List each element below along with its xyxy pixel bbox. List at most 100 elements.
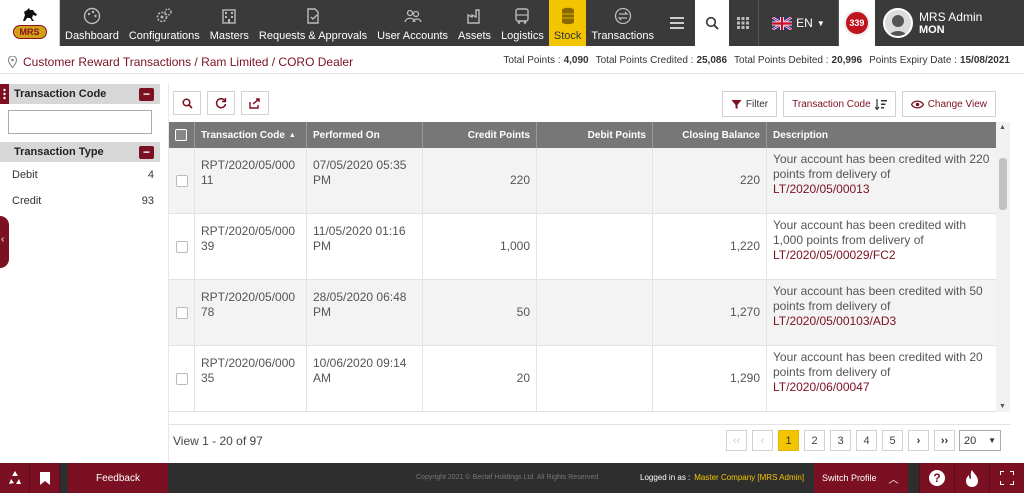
select-all-checkbox[interactable] (175, 129, 187, 141)
nav-label: Logistics (501, 30, 544, 42)
svg-text:?: ? (933, 471, 940, 485)
nav-masters[interactable]: Masters (205, 0, 254, 46)
user-company-code: MON (918, 24, 945, 36)
document-check-icon (303, 6, 323, 26)
delivery-reference-link[interactable]: LT/2020/05/00103/AD3 (773, 314, 896, 328)
sidebar-toggle-tab[interactable]: ‹ (0, 216, 9, 268)
filter-option-credit[interactable]: Credit 93 (0, 188, 160, 214)
page-button-1[interactable]: 1 (778, 430, 799, 451)
export-icon (249, 98, 260, 109)
feedback-button[interactable]: Feedback (68, 463, 168, 493)
description-cell: Your account has been credited with 220 … (767, 148, 997, 213)
notification-button[interactable]: 339 (838, 0, 875, 46)
change-view-button[interactable]: Change View (901, 91, 996, 117)
page-button-4[interactable]: 4 (856, 430, 877, 451)
prev-page-button[interactable]: ‹ (752, 430, 773, 451)
nav-transactions[interactable]: Transactions (586, 0, 659, 46)
export-button[interactable] (241, 91, 269, 115)
collapse-filter-button[interactable]: − (139, 145, 154, 159)
brand-logo[interactable]: MRS (0, 0, 60, 46)
column-header[interactable]: Closing Balance (653, 122, 767, 148)
panel-drag-handle[interactable] (0, 84, 9, 104)
row-checkbox[interactable] (175, 306, 188, 319)
breadcrumb-bar: Customer Reward Transactions / Ram Limit… (0, 50, 1024, 74)
theme-button[interactable] (954, 463, 989, 493)
delivery-reference-link[interactable]: LT/2020/05/00029/FC2 (773, 248, 896, 262)
nav-logistics[interactable]: Logistics (496, 0, 549, 46)
page-size-select[interactable]: 20 ▼ (959, 430, 1001, 451)
user-profile-menu[interactable]: MRS Admin MON (875, 0, 993, 46)
nav-assets[interactable]: Assets (453, 0, 496, 46)
refresh-button[interactable] (207, 91, 235, 115)
horse-logo-icon (22, 8, 37, 21)
nav-configurations[interactable]: Configurations (124, 0, 205, 46)
first-page-button[interactable]: ‹‹ (726, 430, 747, 451)
breadcrumb-text[interactable]: Customer Reward Transactions / Ram Limit… (23, 55, 353, 69)
help-button[interactable]: ? (919, 463, 954, 493)
avatar (882, 8, 913, 38)
apps-grid-button[interactable] (729, 0, 759, 46)
global-search-button[interactable] (694, 0, 729, 46)
scroll-up-icon[interactable]: ▲ (999, 124, 1006, 131)
row-select-cell (169, 214, 195, 279)
filter-option-debit[interactable]: Debit 4 (0, 162, 160, 188)
row-checkbox[interactable] (175, 174, 188, 187)
page-button-5[interactable]: 5 (882, 430, 903, 451)
transaction-code-input[interactable] (8, 110, 152, 134)
table-row[interactable]: RPT/2020/06/000 35 10/06/2020 09:14 AM 2… (169, 346, 997, 412)
next-page-button[interactable]: › (908, 430, 929, 451)
nav-label: Transactions (591, 30, 654, 42)
main-content: Filter Transaction Code Change View Tran… (168, 84, 1011, 462)
delivery-reference-link[interactable]: LT/2020/06/00047 (773, 380, 870, 394)
table-scrollbar[interactable]: ▲ ▼ (996, 122, 1010, 412)
nav-user-accounts[interactable]: User Accounts (372, 0, 453, 46)
language-selector[interactable]: EN ▼ (759, 0, 839, 46)
description-text: Your account has been credited with 1,00… (773, 218, 967, 247)
column-header[interactable]: Credit Points (423, 122, 537, 148)
select-all-header (169, 122, 195, 148)
nav-label: Requests & Approvals (258, 30, 368, 42)
transactions-table: Transaction Code ▲ Performed On Credit Po… (169, 122, 997, 412)
credit-points-cell: 1,000 (423, 214, 537, 279)
filter-button-label: Filter (745, 98, 769, 110)
table-row[interactable]: RPT/2020/05/000 39 11/05/2020 01:16 PM 1… (169, 214, 997, 280)
chevron-down-icon: ▼ (816, 18, 825, 28)
sort-button[interactable]: Transaction Code (783, 91, 896, 117)
transaction-code-cell: RPT/2020/05/000 11 (195, 148, 307, 213)
filter-option-label: Credit (12, 195, 42, 207)
page-button-2[interactable]: 2 (804, 430, 825, 451)
fullscreen-button[interactable] (989, 463, 1024, 493)
scrollbar-thumb[interactable] (999, 158, 1007, 210)
bookmark-button[interactable] (30, 463, 60, 493)
switch-profile-button[interactable]: Switch Profile ︿ (814, 463, 908, 493)
nav-stock[interactable]: Stock (548, 0, 587, 46)
row-checkbox[interactable] (175, 240, 188, 253)
nav-dashboard[interactable]: Dashboard (60, 0, 124, 46)
scroll-down-icon[interactable]: ▼ (999, 403, 1006, 410)
column-header[interactable]: Debit Points (537, 122, 653, 148)
table-header: Transaction Code ▲ Performed On Credit Po… (169, 122, 997, 148)
debit-points-cell (537, 148, 653, 213)
delivery-reference-link[interactable]: LT/2020/05/00013 (773, 182, 870, 196)
row-select-cell (169, 280, 195, 345)
hamburger-menu-button[interactable] (659, 0, 695, 46)
table-row[interactable]: RPT/2020/05/000 78 28/05/2020 06:48 PM 5… (169, 280, 997, 346)
row-checkbox[interactable] (175, 372, 188, 385)
gears-icon (154, 6, 174, 26)
last-page-button[interactable]: ›› (934, 430, 955, 451)
closing-balance-cell: 220 (653, 148, 767, 213)
performed-on-cell: 28/05/2020 06:48 PM (307, 280, 423, 345)
collapse-filter-button[interactable]: − (139, 87, 154, 101)
recycle-button[interactable] (0, 463, 30, 493)
column-header[interactable]: Transaction Code ▲ (195, 122, 307, 148)
page-button-3[interactable]: 3 (830, 430, 851, 451)
filter-button[interactable]: Filter (721, 91, 778, 117)
question-circle-icon: ? (929, 470, 945, 486)
credit-points-cell: 20 (423, 346, 537, 411)
sort-descending-icon (874, 98, 887, 110)
column-header[interactable]: Description (767, 122, 997, 148)
column-header[interactable]: Performed On (307, 122, 423, 148)
search-button[interactable] (173, 91, 201, 115)
nav-requests-approvals[interactable]: Requests & Approvals (254, 0, 372, 46)
table-row[interactable]: RPT/2020/05/000 11 07/05/2020 05:35 PM 2… (169, 148, 997, 214)
